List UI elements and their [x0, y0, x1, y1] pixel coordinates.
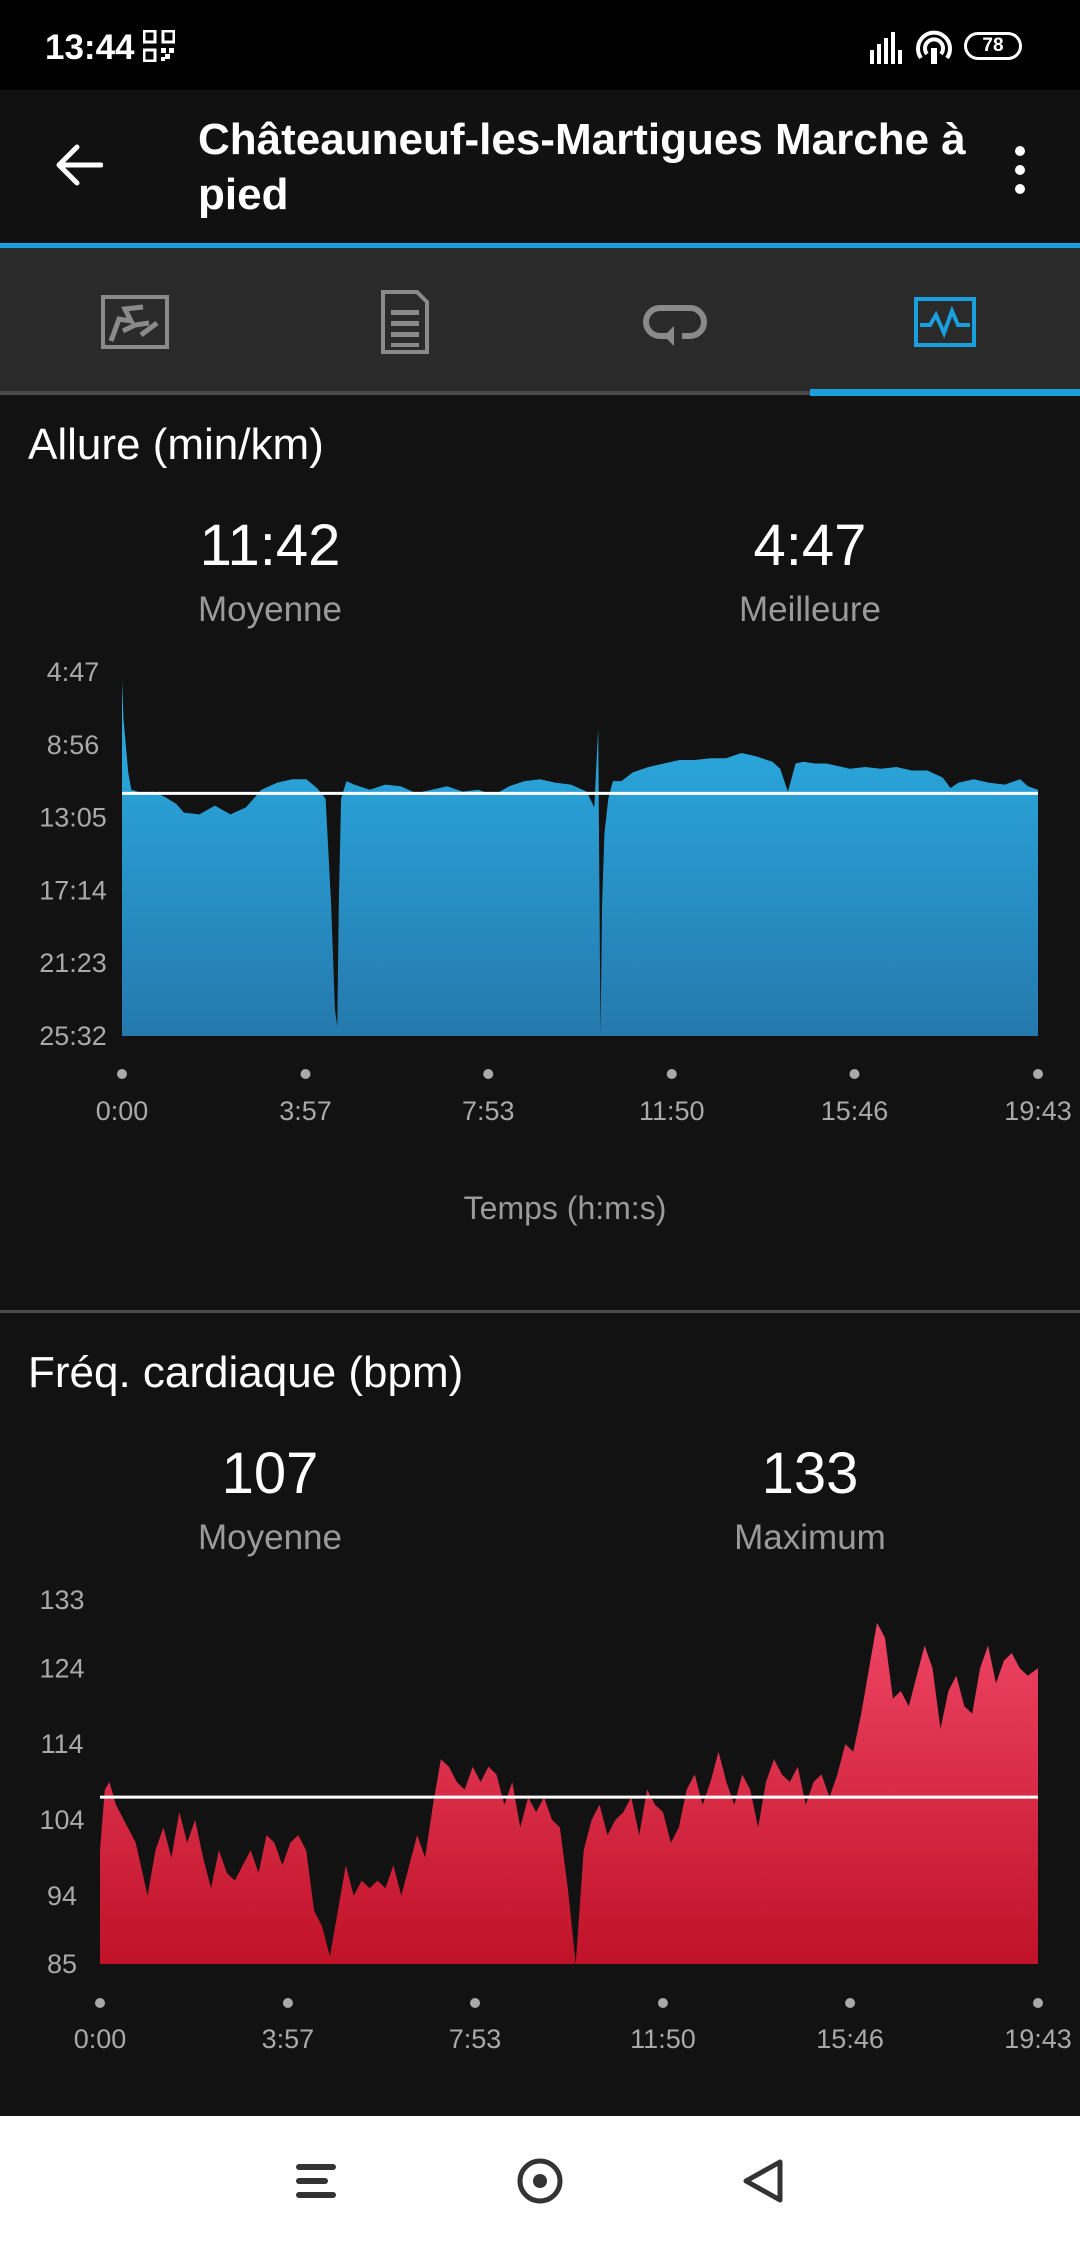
triangle-back-icon	[743, 2159, 783, 2203]
pace-x-tick-dot	[666, 1069, 677, 1079]
map-icon	[101, 294, 169, 349]
heart-max-label: Maximum	[734, 1518, 886, 1557]
pace-x-axis-label: Temps (h:m:s)	[463, 1190, 667, 1226]
pace-best-value: 4:47	[753, 513, 867, 578]
heart-y-tick-label: 124	[39, 1653, 84, 1683]
heart-rate-chart: 85 94 104 114 124 133 0:00 3:57 7:53 11:50 15:46 19…	[39, 1585, 1072, 2054]
tab-map[interactable]	[0, 248, 270, 395]
app-bar: Châteauneuf-les-Martigues Marche à pied	[0, 90, 1080, 245]
pace-y-tick-label: 4:47	[47, 657, 100, 687]
heart-x-tick-dot	[1033, 1998, 1043, 2008]
pace-section-title: Allure (min/km)	[28, 420, 324, 469]
pace-x-tick-dot	[849, 1069, 860, 1079]
menu-button[interactable]	[282, 2146, 352, 2216]
qr-code-icon	[143, 30, 175, 62]
heart-average-value: 107	[221, 1441, 319, 1506]
pace-area	[122, 679, 1038, 1036]
laps-icon	[643, 304, 707, 346]
heart-y-tick-label: 85	[47, 1949, 77, 1979]
page-title: Châteauneuf-les-Martigues Marche à pied	[198, 115, 966, 219]
heart-y-tick-label: 133	[39, 1585, 84, 1615]
heart-x-tick-dot	[95, 1998, 105, 2008]
more-options-button[interactable]	[995, 135, 1045, 205]
home-button[interactable]	[505, 2146, 575, 2216]
pace-y-tick-label: 25:32	[39, 1021, 107, 1051]
more-dot-icon	[1015, 184, 1025, 194]
tab-laps[interactable]	[540, 248, 810, 395]
heart-section-title: Fréq. cardiaque (bpm)	[28, 1348, 464, 1397]
heart-y-tick-label: 114	[40, 1729, 83, 1759]
pace-y-tick-label: 17:14	[39, 875, 107, 905]
pace-x-tick-dot	[300, 1069, 311, 1079]
arrow-left-icon	[56, 144, 103, 186]
details-icon	[381, 289, 429, 354]
pace-y-tick-label: 8:56	[47, 730, 100, 760]
heart-y-tick-label: 104	[39, 1805, 84, 1835]
section-divider	[0, 1310, 1080, 1313]
pace-x-tick-label: 3:57	[279, 1096, 332, 1126]
heart-x-tick-label: 7:53	[449, 2024, 502, 2054]
heart-y-tick-label: 94	[47, 1881, 77, 1911]
back-button[interactable]	[45, 132, 111, 198]
pace-x-tick-label: 11:50	[639, 1096, 705, 1126]
pace-y-tick-label: 13:05	[39, 803, 107, 833]
pace-best-label: Meilleure	[739, 590, 881, 629]
heart-x-tick-dot	[470, 1998, 481, 2008]
tab-details[interactable]	[270, 248, 540, 395]
tab-charts[interactable]	[810, 248, 1080, 395]
pace-average-value: 11:42	[199, 513, 341, 578]
signal-icon	[870, 32, 902, 64]
pace-x-tick-dot	[1033, 1069, 1043, 1079]
pace-x-tick-dot	[117, 1069, 127, 1079]
heart-x-tick-label: 3:57	[262, 2024, 315, 2054]
pace-x-tick-label: 15:46	[821, 1096, 889, 1126]
heart-x-tick-dot	[845, 1998, 856, 2008]
charts-icon	[914, 296, 976, 347]
heart-x-tick-dot	[657, 1998, 668, 2008]
tab-bar	[0, 248, 1080, 395]
pace-average-label: Moyenne	[198, 590, 342, 629]
menu-icon	[296, 2164, 336, 2198]
pace-x-tick-label: 0:00	[96, 1096, 149, 1126]
back-nav-button[interactable]	[728, 2146, 798, 2216]
status-time: 13:44	[45, 28, 135, 67]
heart-area	[100, 1622, 1038, 1964]
pace-x-tick-dot	[483, 1069, 494, 1079]
pace-y-tick-label: 21:23	[39, 948, 107, 978]
hotspot-icon	[916, 30, 952, 64]
home-circle-icon	[517, 2158, 563, 2204]
heart-max-value: 133	[761, 1441, 859, 1506]
more-dot-icon	[1015, 146, 1025, 156]
heart-x-tick-label: 19:43	[1004, 2024, 1072, 2054]
pace-x-tick-label: 19:43	[1004, 1096, 1072, 1126]
pace-chart: 4:47 8:56 13:05 17:14 21:23 25:32 0:00 3:57 7:53…	[39, 657, 1072, 1126]
heart-x-tick-label: 0:00	[74, 2024, 127, 2054]
pace-x-tick-label: 7:53	[462, 1096, 515, 1126]
more-dot-icon	[1015, 165, 1025, 175]
status-bar: 13:44 78	[0, 0, 1080, 90]
heart-average-label: Moyenne	[198, 1518, 342, 1557]
battery-indicator: 78	[964, 32, 1022, 60]
tab-active-indicator	[810, 389, 1080, 396]
heart-x-tick-label: 11:50	[630, 2024, 696, 2054]
heart-x-tick-dot	[282, 1998, 293, 2008]
heart-x-tick-label: 15:46	[816, 2024, 884, 2054]
navigation-bar	[0, 2116, 1080, 2246]
